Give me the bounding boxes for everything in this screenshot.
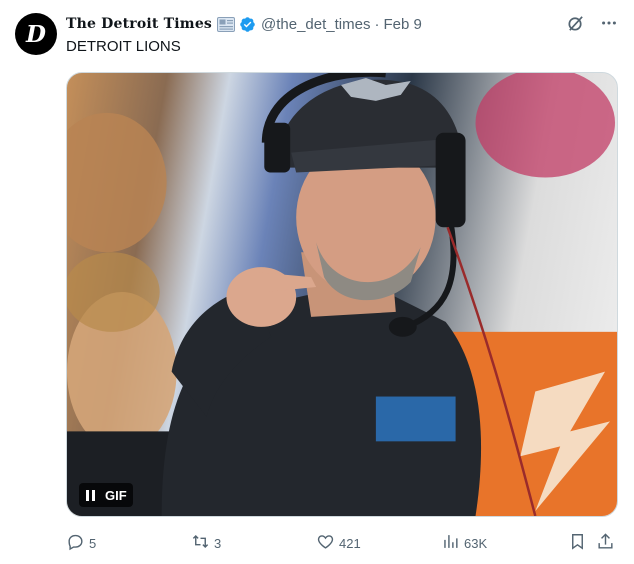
like-button[interactable]: 421: [316, 532, 361, 554]
reply-count: 5: [89, 535, 97, 551]
author-handle[interactable]: @the_det_times: [261, 16, 370, 33]
tweet-date[interactable]: Feb 9: [383, 16, 421, 33]
share-icon: [596, 532, 615, 554]
share-button[interactable]: [596, 532, 615, 554]
gif-media[interactable]: GIF: [66, 72, 618, 517]
reply-icon: [66, 532, 85, 554]
grok-icon[interactable]: [565, 13, 585, 33]
reply-button[interactable]: 5: [66, 532, 96, 554]
bookmark-button[interactable]: [568, 532, 587, 554]
tweet-text: DETROIT LIONS: [66, 38, 181, 55]
gif-badge: GIF: [79, 483, 133, 507]
verified-badge-icon: [239, 16, 256, 33]
tweet-header: The Detroit Times @the_det_times · Feb 9: [66, 13, 619, 35]
avatar[interactable]: D: [15, 13, 57, 55]
views-button[interactable]: 63K: [441, 532, 487, 554]
repost-count: 3: [214, 535, 222, 551]
separator-dot: ·: [374, 15, 380, 33]
heart-icon: [316, 532, 335, 554]
newspaper-icon: [217, 16, 236, 32]
pause-icon[interactable]: [79, 483, 101, 507]
like-count: 421: [339, 535, 361, 551]
tweet-actions: 5 3 421 63K: [66, 532, 618, 554]
views-icon: [441, 532, 460, 554]
repost-button[interactable]: 3: [191, 532, 221, 554]
more-icon[interactable]: [599, 13, 619, 33]
bookmark-icon: [568, 532, 587, 554]
display-name[interactable]: The Detroit Times: [66, 16, 212, 32]
gif-frame-image: [67, 73, 617, 516]
views-count: 63K: [464, 535, 488, 551]
avatar-letter: D: [26, 20, 46, 48]
gif-label: GIF: [105, 487, 127, 503]
repost-icon: [191, 532, 210, 554]
header-actions: [565, 13, 619, 33]
